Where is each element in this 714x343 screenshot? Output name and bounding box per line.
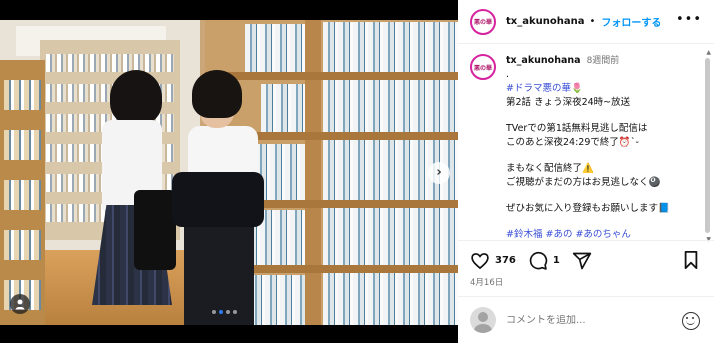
comment-button[interactable]: 1	[528, 251, 560, 271]
carousel-dot-active	[219, 310, 223, 314]
header-separator: •	[589, 16, 596, 27]
instagram-post-view: › 悪の華 tx_akunohana • フォローする ••• 悪の華 tx_a…	[0, 0, 714, 343]
caption-hashtag-line[interactable]: #ドラマ悪の華🌷	[506, 82, 670, 96]
like-count: 376	[495, 255, 516, 266]
caption-time: 8週間前	[586, 56, 620, 66]
post-media-pane: ›	[0, 0, 458, 343]
follow-button[interactable]: フォローする	[601, 14, 661, 29]
caption-line: ご視聴がまだの方はお見逃しなく🎱	[506, 177, 661, 188]
caption-text: tx_akunohana 8週間前 . #ドラマ悪の華🌷 第2話 きょう深夜24時…	[506, 54, 670, 240]
user-tag-icon[interactable]	[10, 294, 30, 314]
carousel-indicator	[212, 310, 237, 314]
caption-line: TVerでの第1話無料見逃し配信は	[506, 123, 648, 134]
post-photo[interactable]	[0, 20, 458, 325]
account-avatar[interactable]: 悪の華	[470, 8, 496, 35]
like-button[interactable]: 376	[470, 251, 516, 271]
more-options-icon[interactable]: •••	[676, 12, 702, 27]
avatar-logo-text: 悪の華	[473, 64, 492, 72]
avatar-logo-text: 悪の華	[473, 19, 492, 26]
share-icon	[572, 252, 592, 269]
action-bar: 376 1	[458, 240, 714, 280]
account-name[interactable]: tx_akunohana	[506, 16, 584, 27]
caption-line: このあと深夜24:29で終了⏰`-	[506, 137, 639, 148]
carousel-dot	[233, 310, 237, 314]
caption-username[interactable]: tx_akunohana	[506, 55, 581, 66]
carousel-next-button[interactable]: ›	[428, 162, 450, 184]
caption-avatar[interactable]: 悪の華	[470, 54, 496, 80]
caption-line: 第2話 きょう深夜24時~放送	[506, 97, 631, 108]
scroll-up-arrow-icon[interactable]: ▲	[706, 49, 711, 56]
photo-left-shelf	[0, 60, 45, 325]
photo-person-boy	[170, 70, 275, 325]
user-avatar	[470, 307, 496, 333]
caption-hashtag-line[interactable]: #鈴木福 #あの #あのちゃん	[506, 228, 670, 240]
comment-icon	[529, 251, 548, 270]
caption-line: .	[506, 69, 510, 80]
share-button[interactable]	[572, 251, 592, 271]
post-header: 悪の華 tx_akunohana • フォローする •••	[458, 0, 714, 44]
carousel-dot	[226, 310, 230, 314]
caption-line: まもなく配信終了⚠️	[506, 163, 594, 174]
caption-area: 悪の華 tx_akunohana 8週間前 . #ドラマ悪の華🌷 第2話 きょう深…	[458, 44, 714, 240]
caption-scrollbar[interactable]	[705, 58, 710, 233]
emoji-icon[interactable]	[682, 312, 700, 330]
heart-icon	[471, 252, 489, 269]
comment-count: 1	[552, 255, 560, 266]
comment-bar	[458, 296, 714, 343]
save-button[interactable]	[682, 250, 700, 274]
comment-input[interactable]	[506, 314, 676, 326]
carousel-dot	[212, 310, 216, 314]
post-side-panel: 悪の華 tx_akunohana • フォローする ••• 悪の華 tx_aku…	[458, 0, 714, 343]
bookmark-icon	[684, 251, 698, 269]
caption-line: ぜひお気に入り登録もお願いします📘	[506, 203, 670, 214]
post-date: 4月16日	[470, 278, 504, 288]
